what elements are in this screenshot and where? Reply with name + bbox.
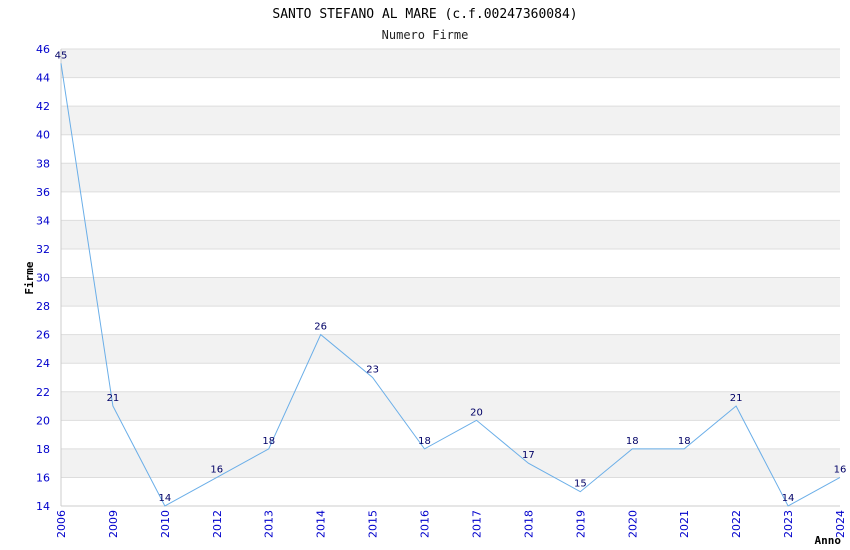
band: [61, 163, 840, 192]
data-label: 18: [418, 436, 431, 447]
data-label: 26: [314, 322, 327, 333]
data-label: 21: [107, 393, 120, 404]
data-label: 18: [626, 436, 639, 447]
data-label: 15: [574, 479, 587, 490]
x-tick-label: 2012: [211, 510, 224, 538]
y-tick-label: 16: [36, 471, 50, 484]
x-tick-label: 2015: [367, 510, 380, 538]
y-tick-label: 32: [36, 243, 50, 256]
band: [61, 363, 840, 392]
band: [61, 306, 840, 335]
band: [61, 77, 840, 107]
x-tick-label: 2016: [419, 510, 432, 538]
y-tick-label: 34: [36, 214, 50, 227]
line-chart: 1416182022242628303234363840424446 2006 2…: [23, 7, 847, 547]
data-label: 18: [678, 436, 691, 447]
x-tick-label: 2017: [470, 510, 483, 538]
y-tick-label: 42: [36, 100, 50, 113]
data-label: 14: [782, 493, 795, 504]
y-tick-label: 26: [36, 329, 50, 342]
y-tick-label: 18: [36, 443, 50, 456]
band: [61, 391, 840, 421]
x-tick-label: 2019: [574, 510, 587, 538]
band: [61, 334, 840, 364]
band: [61, 134, 840, 164]
y-tick-label: 38: [36, 157, 50, 170]
x-tick-labels: 2006 2009 2010 2012 2013 2014 2015 2016 2017 2018…: [55, 510, 847, 538]
band: [61, 191, 840, 221]
data-label: 21: [730, 393, 743, 404]
x-tick-label: 2009: [107, 510, 120, 538]
x-tick-label: 2022: [730, 510, 743, 538]
y-tick-label: 22: [36, 386, 50, 399]
x-tick-label: 2013: [263, 510, 276, 538]
y-tick-label: 44: [36, 72, 50, 85]
y-tick-label: 20: [36, 414, 50, 427]
y-tick-label: 24: [36, 357, 50, 370]
x-tick-label: 2014: [315, 510, 328, 538]
y-tick-label: 14: [36, 500, 50, 513]
band: [61, 248, 840, 278]
band: [61, 448, 840, 478]
data-label: 16: [210, 464, 223, 475]
band: [61, 477, 840, 506]
data-label: 45: [55, 50, 68, 61]
band: [61, 277, 840, 307]
data-label: 20: [470, 407, 483, 418]
x-tick-label: 2010: [159, 510, 172, 538]
data-label: 23: [366, 364, 379, 375]
y-tick-label: 40: [36, 129, 50, 142]
x-tick-label: 2021: [678, 510, 691, 538]
band: [61, 106, 840, 135]
band: [61, 220, 840, 249]
y-tick-labels: 14 16 18 20 22 24 26 28 30 32 34 36 38 40 42 44 46: [36, 43, 50, 513]
y-tick-label: 30: [36, 272, 50, 285]
y-tick-label: 46: [36, 43, 50, 56]
data-label: 17: [522, 450, 535, 461]
chart-subtitle: Numero Firme: [382, 28, 469, 42]
data-label: 18: [262, 436, 275, 447]
x-axis-label: Anno: [815, 534, 842, 547]
x-tick-label: 2018: [522, 510, 535, 538]
x-tick-label: 2020: [626, 510, 639, 538]
band: [61, 49, 840, 78]
x-tick-label: 2023: [782, 510, 795, 538]
data-label: 14: [158, 493, 171, 504]
data-label: 16: [834, 464, 847, 475]
y-axis-label: Firme: [23, 261, 36, 294]
y-tick-label: 28: [36, 300, 50, 313]
chart-title: SANTO STEFANO AL MARE (c.f.00247360084): [272, 7, 577, 22]
y-tick-label: 36: [36, 186, 50, 199]
x-tick-label: 2006: [55, 510, 68, 538]
